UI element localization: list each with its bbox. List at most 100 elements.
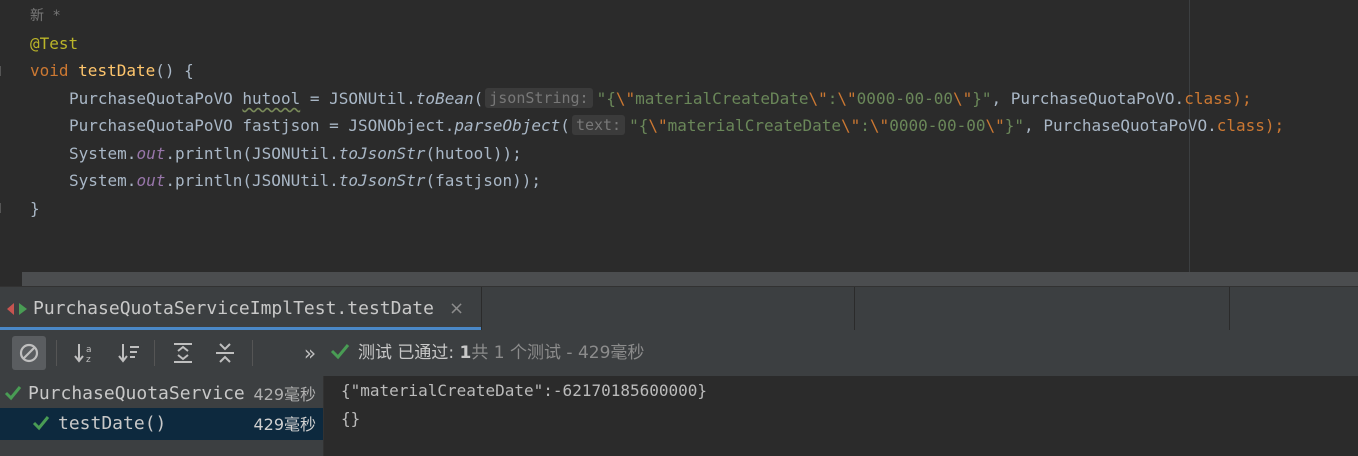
string-part: 0000-00-00	[856, 89, 953, 108]
escape-seq: \"	[648, 116, 668, 135]
check-icon	[330, 344, 350, 360]
horizontal-scrollbar-thumb[interactable]	[22, 272, 1358, 286]
toolbar-separator	[252, 340, 253, 366]
show-ignored-toggle[interactable]	[12, 336, 46, 370]
string-part: 0000-00-00	[889, 116, 986, 135]
parameter-hint: text:	[571, 115, 626, 135]
ban-icon	[19, 343, 39, 363]
statement-end: );	[1264, 116, 1285, 135]
method-call: toJsonStr	[338, 144, 426, 163]
code-line-print-hutool: System.out.println(JSONUtil.toJsonStr(hu…	[69, 141, 522, 167]
string-part: materialCreateDate	[667, 116, 842, 135]
tab-divider	[1229, 287, 1230, 331]
string-part: :	[827, 89, 838, 108]
sort-by-duration-button[interactable]	[112, 336, 146, 370]
sort-alphabetically-button[interactable]: a z	[68, 336, 102, 370]
string-part: materialCreateDate	[635, 89, 809, 108]
string-part: :	[860, 116, 870, 135]
string-part: }"	[972, 89, 992, 108]
junit-run-icon	[7, 303, 27, 315]
class-keyword: class	[1184, 89, 1233, 108]
toolbar-separator	[56, 340, 57, 366]
type-name: PurchaseQuotaPoVO	[69, 89, 233, 108]
test-status-summary: 测试 已通过: 1共 1 个测试 - 429毫秒	[330, 339, 644, 367]
statement-end: );	[1232, 89, 1252, 108]
console-line: {}	[341, 409, 361, 428]
fold-end-marker-icon[interactable]	[0, 203, 7, 213]
type-name: PurchaseQuotaPoVO	[69, 116, 233, 135]
escape-seq: \"	[953, 89, 973, 108]
open-paren: (	[473, 89, 484, 108]
string-part: }"	[1004, 116, 1025, 135]
status-suffix: 共 1 个测试 - 429毫秒	[471, 343, 645, 363]
code-line-fastjson: PurchaseQuotaPoVO fastjson = JSONObject.…	[69, 113, 1284, 139]
method-call: toBean	[415, 89, 474, 108]
tab-run-config[interactable]: PurchaseQuotaServiceImplTest.testDate ×	[0, 287, 481, 331]
sort-alpha-icon: a z	[74, 344, 92, 365]
console-output[interactable]: {"materialCreateDate":-62170185600000} {…	[323, 376, 1358, 456]
variable-hutool: hutool	[242, 89, 301, 108]
closing-brace: }	[30, 199, 40, 218]
code-line-print-fastjson: System.out.println(JSONUtil.toJsonStr(fa…	[69, 168, 541, 194]
toolbar-separator	[154, 340, 155, 366]
tree-item-duration: 429毫秒	[253, 385, 316, 404]
assign-text: = JSONObject.	[319, 116, 455, 135]
test-annotation: @Test	[30, 34, 79, 53]
passed-count: 1	[459, 343, 472, 363]
method-signature-rest: () {	[155, 61, 194, 80]
system-ref: System.	[69, 144, 137, 163]
more-actions-chevron-icon[interactable]: »	[293, 336, 327, 370]
test-results-tree[interactable]: PurchaseQuotaService 429毫秒 testDate() 42…	[0, 376, 323, 456]
tab-divider	[481, 287, 482, 331]
assign-text: = JSONUtil.	[300, 89, 416, 108]
out-field: out	[136, 171, 166, 190]
tab-divider	[854, 287, 855, 331]
call-args: (hutool));	[425, 144, 522, 163]
method-call: toJsonStr	[338, 171, 426, 190]
code-line-hutool: PurchaseQuotaPoVO hutool = JSONUtil.toBe…	[69, 86, 1252, 112]
expand-all-button[interactable]	[166, 336, 200, 370]
tree-item-label: testDate()	[58, 413, 167, 434]
escape-seq: \"	[615, 89, 636, 108]
escape-seq: \"	[985, 116, 1005, 135]
tree-item-label: PurchaseQuotaService	[28, 383, 245, 404]
svg-text:z: z	[86, 355, 91, 365]
parameter-hint: jsonString:	[485, 88, 593, 108]
close-icon[interactable]: ×	[449, 298, 464, 320]
escape-seq: \"	[837, 89, 857, 108]
check-icon	[32, 416, 50, 431]
string-part: "{	[596, 89, 616, 108]
right-margin-guide	[1189, 0, 1190, 286]
string-part: "{	[629, 116, 649, 135]
system-ref: System.	[69, 171, 137, 190]
expand-all-icon	[174, 343, 192, 363]
code-editor[interactable]: 新 * @Test void testDate() { PurchaseQuot…	[0, 0, 1358, 286]
variable-fastjson: fastjson	[242, 116, 320, 135]
void-keyword: void	[30, 61, 69, 80]
call-args: (fastjson));	[425, 171, 542, 190]
open-paren: (	[560, 116, 570, 135]
method-call: parseObject	[454, 116, 561, 135]
svg-text:a: a	[86, 345, 92, 355]
status-prefix: 测试 已通过:	[358, 343, 460, 363]
tree-item-test[interactable]: testDate() 429毫秒	[0, 408, 323, 440]
escape-seq: \"	[841, 116, 861, 135]
println-call: .println(JSONUtil.	[165, 171, 339, 190]
console-line: {"materialCreateDate":-62170185600000}	[341, 381, 708, 400]
fold-marker-icon[interactable]	[0, 66, 7, 76]
sort-duration-icon	[118, 344, 139, 363]
out-field: out	[136, 144, 166, 163]
tree-item-suite[interactable]: PurchaseQuotaService 429毫秒	[0, 378, 323, 410]
code-vision-hint[interactable]: 新 *	[30, 3, 61, 29]
method-name: testDate	[78, 61, 156, 80]
test-runner-toolbar: a z » 测试 已通过: 1共 1 个测试 - 429毫秒	[0, 330, 1358, 376]
class-ref: , PurchaseQuotaPoVO.	[991, 89, 1185, 108]
run-tool-window-tabs: PurchaseQuotaServiceImplTest.testDate ×	[0, 286, 1358, 331]
collapse-all-button[interactable]	[208, 336, 242, 370]
tab-label: PurchaseQuotaServiceImplTest.testDate	[33, 298, 434, 319]
escape-seq: \"	[808, 89, 828, 108]
class-keyword: class	[1216, 116, 1265, 135]
tree-item-duration: 429毫秒	[253, 415, 316, 434]
escape-seq: \"	[869, 116, 890, 135]
check-icon	[4, 386, 22, 401]
